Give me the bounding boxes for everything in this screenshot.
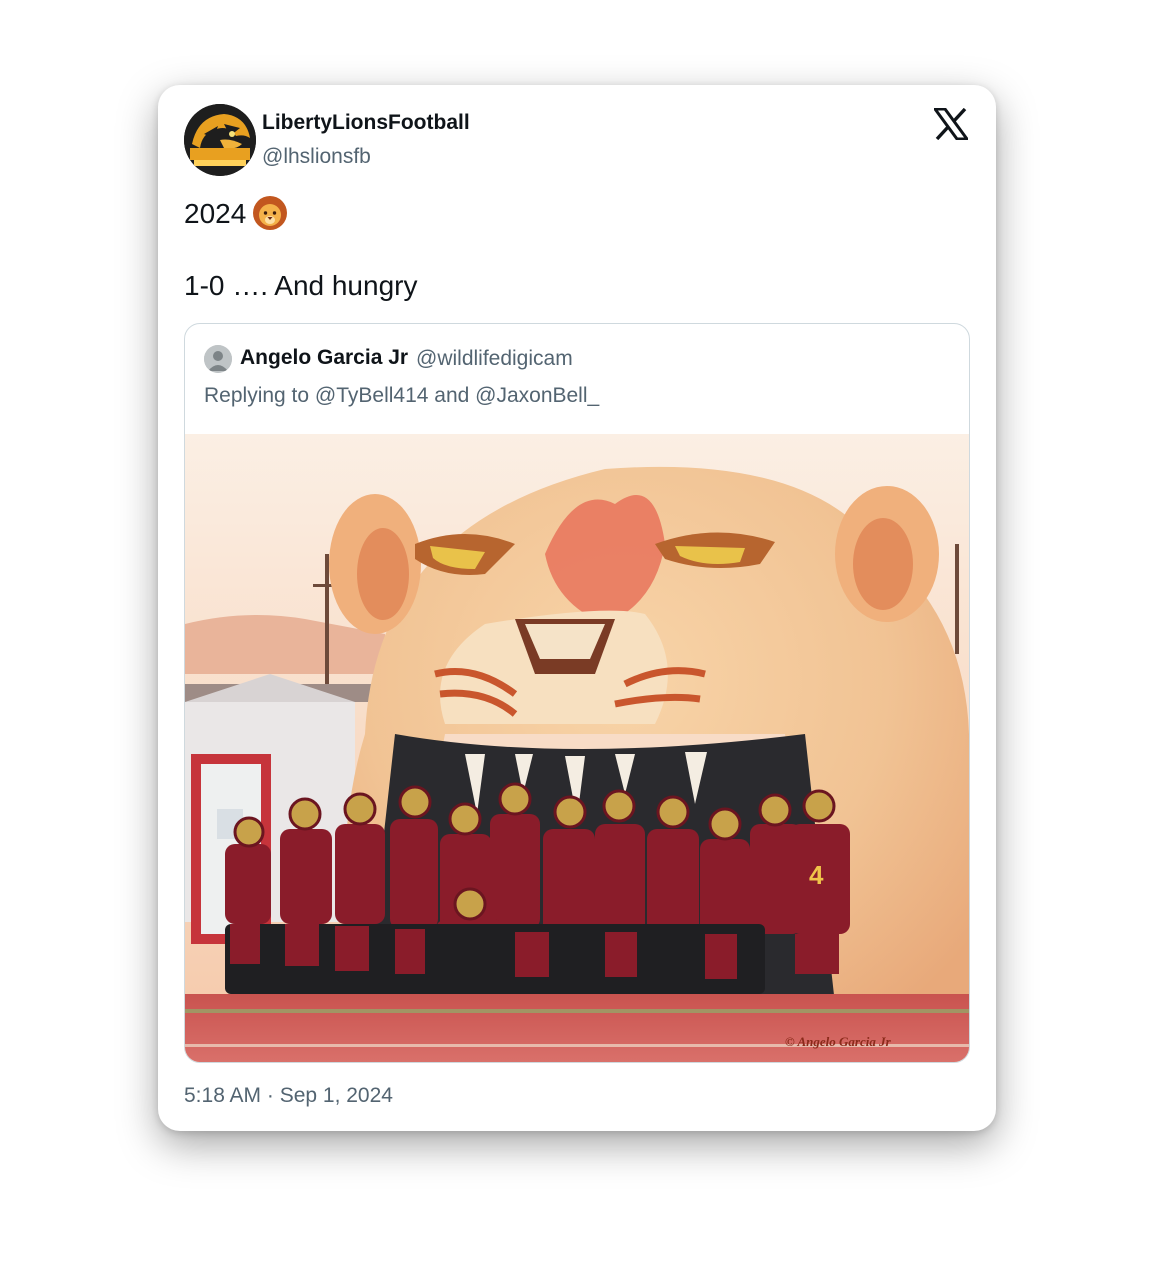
lion-face-emoji-icon (252, 195, 288, 231)
replying-to-text[interactable]: Replying to @TyBell414 and @JaxonBell_ (204, 384, 599, 408)
author-avatar[interactable] (184, 104, 256, 176)
author-handle[interactable]: @lhslionsfb (262, 145, 371, 169)
tweet-timestamp[interactable]: 5:18 AM · Sep 1, 2024 (184, 1084, 393, 1108)
photo-watermark: © Angelo Garcia Jr (785, 1034, 892, 1049)
tweet-line-2: 1-0 …. And hungry (184, 270, 418, 301)
quoted-author-name[interactable]: Angelo Garcia Jr (240, 346, 408, 370)
quoted-tweet[interactable]: Angelo Garcia Jr @wildlifedigicam Replyi… (184, 323, 970, 1063)
svg-text:4: 4 (809, 860, 824, 890)
tweet-text: 2024 1-0 …. And hungry (184, 195, 417, 304)
author-display-name[interactable]: LibertyLionsFootball (262, 111, 470, 135)
quoted-author-avatar[interactable] (204, 345, 232, 373)
tweet-line-1: 2024 (184, 195, 417, 232)
quoted-author-handle[interactable]: @wildlifedigicam (416, 347, 573, 371)
tweet-year: 2024 (184, 198, 247, 229)
tweet-card: LibertyLionsFootball @lhslionsfb 2024 1-… (158, 85, 996, 1131)
quoted-photo[interactable]: 4 © Angelo Garcia Jr (185, 434, 969, 1062)
x-logo-icon[interactable] (934, 108, 968, 140)
